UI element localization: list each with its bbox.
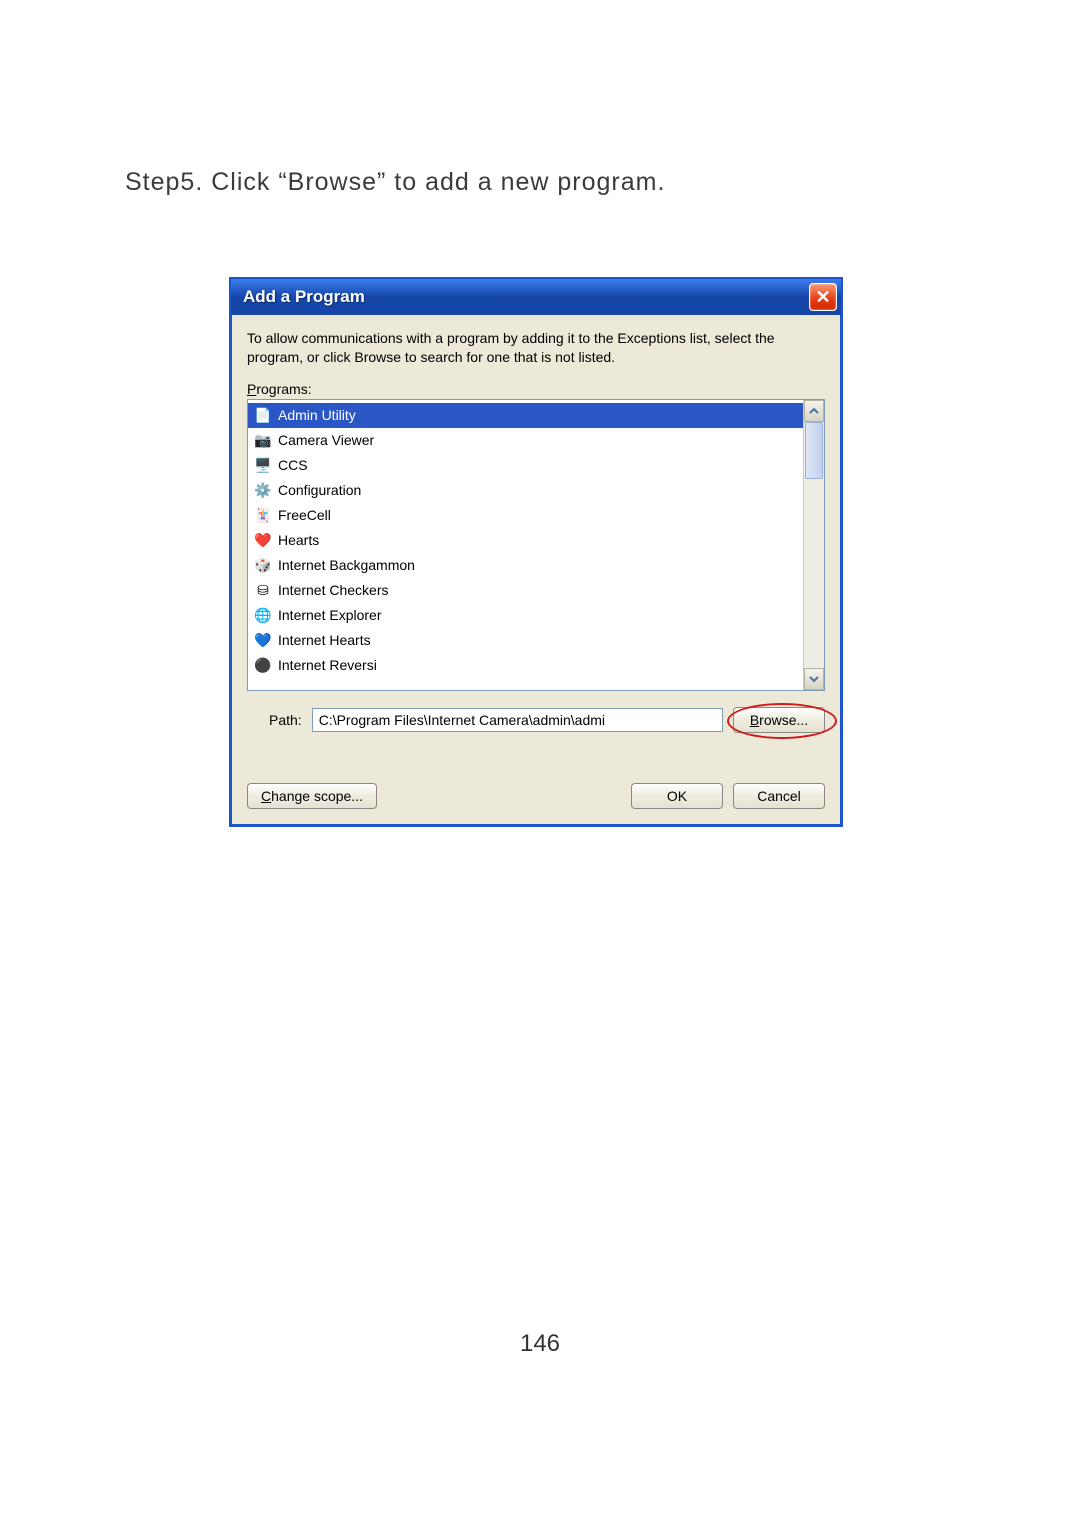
- list-item-label: Internet Reversi: [278, 657, 377, 673]
- browse-button[interactable]: Browse...: [733, 707, 825, 733]
- chevron-down-icon: [809, 674, 819, 684]
- program-icon: ❤️: [254, 531, 272, 549]
- path-input[interactable]: [312, 708, 723, 732]
- program-icon: 📷: [254, 431, 272, 449]
- list-item[interactable]: ⚫ Internet Reversi: [248, 653, 803, 678]
- browse-accel: B: [750, 712, 759, 728]
- list-item-label: Admin Utility: [278, 407, 356, 423]
- change-scope-rest: hange scope...: [271, 788, 363, 804]
- programs-listbox[interactable]: 📄 Admin Utility 📷 Camera Viewer 🖥️ CCS ⚙️ Confi…: [247, 399, 825, 691]
- list-item[interactable]: 🃏 FreeCell: [248, 503, 803, 528]
- dialog-body: To allow communications with a program b…: [231, 315, 841, 825]
- dialog-bottom-row: Change scope... OK Cancel: [247, 783, 825, 809]
- list-item[interactable]: 📄 Admin Utility: [248, 403, 803, 428]
- change-scope-accel: C: [261, 788, 271, 804]
- scroll-up-button[interactable]: [804, 400, 824, 422]
- list-item-label: Internet Checkers: [278, 582, 389, 598]
- program-icon: 📄: [254, 406, 272, 424]
- program-icon: ⛁: [254, 581, 272, 599]
- scrollbar[interactable]: [803, 400, 824, 690]
- change-scope-button[interactable]: Change scope...: [247, 783, 377, 809]
- program-icon: 🃏: [254, 506, 272, 524]
- program-icon: 🎲: [254, 556, 272, 574]
- dialog-description: To allow communications with a program b…: [247, 329, 825, 367]
- list-item-label: Hearts: [278, 532, 319, 548]
- list-item[interactable]: ⛁ Internet Checkers: [248, 578, 803, 603]
- program-icon: 🌐: [254, 606, 272, 624]
- browse-rest: rowse...: [759, 712, 808, 728]
- chevron-up-icon: [809, 406, 819, 416]
- list-item[interactable]: 🖥️ CCS: [248, 453, 803, 478]
- program-icon: 💙: [254, 631, 272, 649]
- path-row: Path: Browse...: [247, 707, 825, 733]
- program-icon: ⚫: [254, 656, 272, 674]
- scroll-thumb[interactable]: [805, 422, 823, 479]
- list-item[interactable]: ⚙️ Configuration: [248, 478, 803, 503]
- list-item[interactable]: 🌐 Internet Explorer: [248, 603, 803, 628]
- close-button[interactable]: ✕: [809, 283, 837, 311]
- list-item[interactable]: 📷 Camera Viewer: [248, 428, 803, 453]
- list-item-label: Configuration: [278, 482, 361, 498]
- programs-list[interactable]: 📄 Admin Utility 📷 Camera Viewer 🖥️ CCS ⚙️ Confi…: [248, 400, 803, 690]
- list-item-label: Internet Hearts: [278, 632, 371, 648]
- program-icon: ⚙️: [254, 481, 272, 499]
- page-number: 146: [0, 1330, 1080, 1358]
- programs-label-accel: P: [247, 381, 256, 397]
- list-item-label: Camera Viewer: [278, 432, 374, 448]
- list-item-label: FreeCell: [278, 507, 331, 523]
- scroll-track[interactable]: [804, 422, 824, 668]
- scroll-down-button[interactable]: [804, 668, 824, 690]
- cancel-button[interactable]: Cancel: [733, 783, 825, 809]
- ok-button[interactable]: OK: [631, 783, 723, 809]
- programs-label: Programs:: [247, 381, 825, 397]
- dialog-title: Add a Program: [243, 287, 365, 307]
- list-item[interactable]: 💙 Internet Hearts: [248, 628, 803, 653]
- close-icon: ✕: [815, 288, 830, 306]
- programs-label-rest: rograms:: [256, 381, 311, 397]
- list-item[interactable]: 🎲 Internet Backgammon: [248, 553, 803, 578]
- path-label: Path:: [269, 712, 302, 728]
- list-item-label: Internet Backgammon: [278, 557, 415, 573]
- add-program-dialog: Add a Program ✕ To allow communications …: [229, 277, 843, 827]
- step-instruction-text: Step5. Click “Browse” to add a new progr…: [125, 168, 665, 197]
- list-item-label: Internet Explorer: [278, 607, 382, 623]
- program-icon: 🖥️: [254, 456, 272, 474]
- list-item[interactable]: ❤️ Hearts: [248, 528, 803, 553]
- list-item-label: CCS: [278, 457, 308, 473]
- dialog-titlebar: Add a Program ✕: [231, 279, 841, 315]
